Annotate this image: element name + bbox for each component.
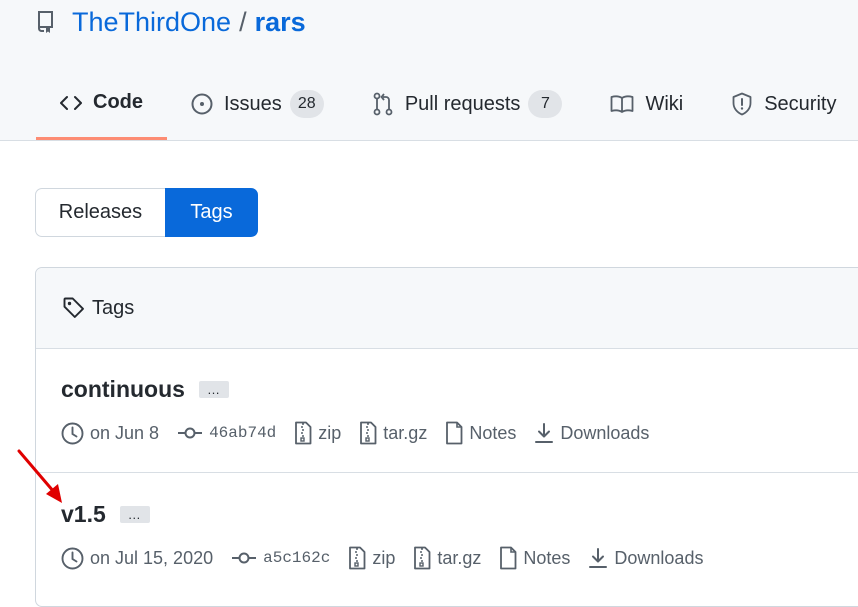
repo-header: TheThirdOne / rars Code Issues 28 Pull r…: [0, 0, 858, 141]
tag-notes-label: Notes: [523, 547, 571, 568]
tag-notes-link[interactable]: Notes: [445, 421, 516, 445]
tag-name-link[interactable]: continuous: [61, 376, 185, 403]
tab-wiki-label: Wiki: [645, 92, 684, 115]
download-icon: [534, 422, 554, 444]
shield-icon: [731, 92, 753, 116]
red-arrow-annotation: [17, 449, 62, 503]
clock-icon: [61, 547, 84, 570]
tab-pull-requests-label: Pull requests: [404, 92, 521, 115]
tag-downloads-link[interactable]: Downloads: [588, 547, 703, 569]
tag-zip-label: zip: [372, 547, 396, 568]
tag-date-text: on Jun 8: [90, 422, 160, 443]
tag-icon: [62, 296, 86, 320]
repo-owner-link[interactable]: TheThirdOne: [72, 7, 231, 38]
tag-more-button[interactable]: …: [119, 506, 150, 523]
tab-wiki[interactable]: Wiki: [586, 80, 707, 128]
tab-pull-requests[interactable]: Pull requests 7: [348, 80, 587, 128]
repo-icon: [36, 10, 58, 34]
tag-zip-link[interactable]: zip: [294, 421, 341, 445]
file-zip-icon: [294, 421, 312, 445]
file-zip-icon: [359, 421, 377, 445]
pull-requests-count-badge: 7: [528, 90, 563, 118]
tag-downloads-link[interactable]: Downloads: [534, 422, 649, 444]
file-zip-icon: [413, 546, 431, 570]
tag-commit-sha[interactable]: a5c162c: [263, 549, 330, 567]
repo-title: TheThirdOne / rars: [36, 4, 306, 40]
tags-button[interactable]: Tags: [165, 188, 258, 237]
tag-downloads-label: Downloads: [560, 422, 650, 443]
tag-title-line: continuous …: [61, 376, 229, 403]
tag-targz-label: tar.gz: [437, 547, 482, 568]
tag-targz-link[interactable]: tar.gz: [413, 546, 481, 570]
tag-date-text: on Jul 15, 2020: [90, 547, 214, 568]
tag-commit-sha[interactable]: 46ab74d: [209, 424, 276, 442]
tag-commit[interactable]: 46ab74d: [177, 424, 276, 442]
repo-name-link[interactable]: rars: [255, 7, 306, 38]
tag-targz-label: tar.gz: [383, 422, 428, 443]
git-pull-request-icon: [372, 92, 394, 116]
clock-icon: [61, 422, 84, 445]
tag-downloads-label: Downloads: [614, 547, 704, 568]
tab-issues[interactable]: Issues 28: [167, 80, 348, 128]
repo-nav-tabs: Code Issues 28 Pull requests 7 Wiki Secu…: [36, 80, 858, 140]
tag-targz-link[interactable]: tar.gz: [359, 421, 427, 445]
download-icon: [588, 547, 608, 569]
tag-zip-link[interactable]: zip: [348, 546, 395, 570]
code-icon: [60, 94, 82, 112]
tag-meta: on Jun 8 46ab74d zip tar.gz Notes Downlo…: [61, 421, 667, 445]
git-commit-icon: [177, 425, 203, 441]
tag-more-button[interactable]: …: [198, 381, 229, 398]
issues-count-badge: 28: [289, 90, 324, 118]
tag-row: v1.5 … on Jul 15, 2020 a5c162c zip tar.g…: [36, 474, 858, 598]
tag-date: on Jun 8: [61, 422, 159, 445]
tab-code-label: Code: [93, 91, 143, 113]
tags-box: Tags continuous … on Jun 8 46ab74d zip t…: [35, 267, 858, 607]
tab-security[interactable]: Security: [707, 80, 858, 128]
tags-box-header: Tags: [36, 268, 858, 349]
tab-issues-label: Issues: [224, 92, 282, 115]
file-icon: [445, 421, 463, 445]
book-icon: [610, 94, 634, 114]
releases-tags-toggle: Releases Tags: [35, 188, 258, 237]
tag-commit[interactable]: a5c162c: [231, 549, 330, 567]
tag-notes-link[interactable]: Notes: [499, 546, 570, 570]
git-commit-icon: [231, 550, 257, 566]
releases-button[interactable]: Releases: [35, 188, 165, 237]
tag-meta: on Jul 15, 2020 a5c162c zip tar.gz Notes…: [61, 546, 721, 570]
tag-row: continuous … on Jun 8 46ab74d zip tar.gz…: [36, 349, 858, 473]
repo-separator: /: [239, 6, 247, 37]
file-zip-icon: [348, 546, 366, 570]
issue-opened-icon: [191, 93, 213, 115]
tab-security-label: Security: [764, 92, 837, 115]
tag-date: on Jul 15, 2020: [61, 547, 213, 570]
file-icon: [499, 546, 517, 570]
tab-code[interactable]: Code: [36, 80, 167, 140]
tag-notes-label: Notes: [469, 422, 517, 443]
tags-box-title: Tags: [92, 296, 135, 319]
tag-title-line: v1.5 …: [61, 501, 150, 528]
tag-zip-label: zip: [318, 422, 342, 443]
